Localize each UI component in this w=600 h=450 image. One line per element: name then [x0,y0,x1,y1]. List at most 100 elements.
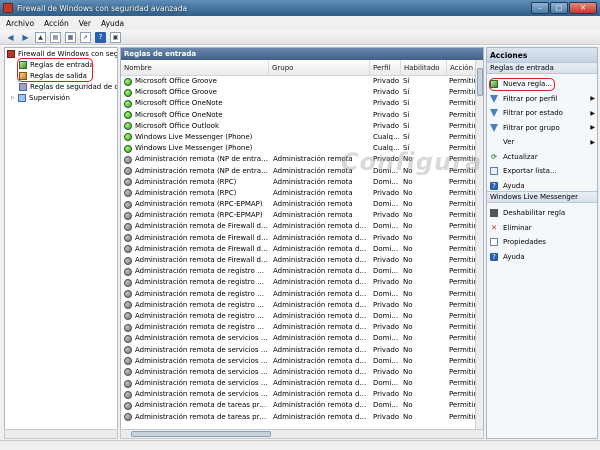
disabled-status-icon [124,401,132,410]
table-row[interactable]: Administración remota de Firewall de Wi.… [121,244,477,255]
table-row[interactable]: Administración remota (RPC) Administració… [121,188,477,199]
column-header-profile[interactable]: Perfil [370,60,401,76]
rule-name-cell: Administración remota (RPC) [121,177,268,188]
rule-name: Microsoft Office OneNote [135,110,223,119]
help-icon: ? [490,181,498,190]
action-item-inbound-6[interactable]: Exportar lista... [490,165,595,177]
rules-hscroll-thumb[interactable] [131,431,271,437]
close-button[interactable]: ✕ [569,2,597,14]
table-row[interactable]: Administración remota (RPC-EPMAP) Adminis… [121,210,477,221]
table-row[interactable]: Administración remota de registro de ev.… [121,289,477,300]
delete-icon: ✕ [491,223,497,232]
maximize-button[interactable]: □ [550,2,568,14]
help-toolbar-icon[interactable]: ? [95,31,106,43]
action-item-inbound-1[interactable]: Filtrar por perfil ▶ [490,93,595,105]
rule-action: Permitir [449,166,477,175]
show-tree-icon[interactable]: ▤ [50,31,61,43]
rule-name: Administración remota de servicios (RPC) [135,367,268,376]
table-row[interactable]: Administración remota de tareas progra..… [121,412,477,423]
action-item-messenger-1[interactable]: ✕ Eliminar [490,222,595,234]
rules-scroll-thumb[interactable] [477,68,483,96]
rule-name: Administración remota de registro de ev.… [135,278,268,287]
rule-group: Administración remota de s... [273,367,370,376]
table-row[interactable]: Microsoft Office OneNote Privado Sí Permiti… [121,98,477,109]
menu-archivo[interactable]: Archivo [6,19,34,28]
menu-ayuda[interactable]: Ayuda [101,19,124,28]
rule-name: Administración remota de tareas progra..… [135,412,268,421]
table-row[interactable]: Administración remota de Firewall de Wi.… [121,233,477,244]
rule-action: Permitir [449,267,477,276]
rule-name: Administración remota de registro de ev.… [135,267,268,276]
status-bar [0,440,600,450]
table-row[interactable]: Administración remota de Firewall de Wi.… [121,255,477,266]
rules-vertical-scrollbar[interactable] [475,60,483,429]
menu-ver[interactable]: Ver [79,19,91,28]
table-row[interactable]: Administración remota (RPC-EPMAP) Adminis… [121,199,477,210]
table-row[interactable]: Administración remota de servicios (RPC)… [121,356,477,367]
disabled-status-icon [124,368,132,377]
action-item-inbound-4[interactable]: Ver ▶ [490,136,595,148]
table-row[interactable]: Windows Live Messenger (Phone) Cualq... Sí… [121,132,477,143]
rule-name-cell: Microsoft Office OneNote [121,98,268,109]
column-header-name[interactable]: Nombre [121,60,269,76]
table-row[interactable]: Administración remota de registro de ev.… [121,300,477,311]
table-row[interactable]: Microsoft Office Outlook Privado Sí Permiti… [121,121,477,132]
actions-title: Acciones [487,48,597,62]
enabled-status-icon [124,144,132,153]
expand-arrow-icon[interactable]: ▷ [11,95,17,101]
action-item-inbound-3[interactable]: Filtrar por grupo ▶ [490,122,595,134]
table-row[interactable]: Microsoft Office OneNote Privado Sí Permiti… [121,110,477,121]
column-header-action[interactable]: Acción [447,60,477,76]
table-row[interactable]: Administración remota de registro de ev.… [121,322,477,333]
tree-item-monitoring[interactable]: ▷ Supervisión [11,93,70,103]
properties-toolbar-icon[interactable]: ▦ [65,31,76,43]
disabled-status-icon [124,256,132,265]
table-row[interactable]: Administración remota de servicios (RPC.… [121,389,477,400]
action-item-messenger-3[interactable]: ? Ayuda [490,251,595,263]
table-row[interactable]: Administración remota de tareas progra..… [121,400,477,411]
rule-action: Permitir [449,412,477,421]
rule-action: Permitir [449,244,477,253]
table-row[interactable]: Microsoft Office Groove Privado Sí Permitir [121,76,477,87]
action-pane-icon[interactable]: ▣ [110,31,121,43]
minimize-button[interactable]: – [531,2,549,14]
forward-arrow-icon[interactable]: ▶ [20,32,31,43]
export-toolbar-icon[interactable]: ➚ [80,31,91,43]
actions-section-messenger[interactable]: Windows Live Messenger [487,191,597,203]
column-header-group[interactable]: Grupo [269,60,370,76]
table-row[interactable]: Administración remota (NP de entrada) Adm… [121,166,477,177]
back-arrow-icon[interactable]: ◀ [5,32,16,43]
table-row[interactable]: Administración remota (RPC) Administració… [121,177,477,188]
action-item-messenger-0[interactable]: Deshabilitar regla [490,207,595,219]
rules-horizontal-scrollbar[interactable] [120,429,484,439]
rule-profile: Domi... [373,177,399,186]
rule-name: Administración remota de servicios (NP .… [135,345,268,354]
table-row[interactable]: Administración remota de registro de ev.… [121,266,477,277]
action-item-inbound-2[interactable]: Filtrar por estado ▶ [490,107,595,119]
menu-bar: Archivo Acción Ver Ayuda [0,16,600,30]
tree-item-connection-security[interactable]: Reglas de seguridad de conexión [19,82,117,92]
actions-section-inbound[interactable]: Reglas de entrada [487,62,597,74]
table-row[interactable]: Administración remota de Firewall de Wi.… [121,221,477,232]
action-item-inbound-7[interactable]: ? Ayuda [490,180,595,192]
table-row[interactable]: Windows Live Messenger (Phone) Cualq... Sí… [121,143,477,154]
table-row[interactable]: Microsoft Office Groove Privado Sí Permitir [121,87,477,98]
up-folder-icon[interactable]: ▲ [35,31,46,43]
menu-accion[interactable]: Acción [44,19,69,28]
action-item-label: Ayuda [503,181,525,190]
rule-profile: Privado [373,256,400,264]
table-row[interactable]: Administración remota de servicios (RPC.… [121,378,477,389]
table-row[interactable]: Administración remota de servicios (RPC)… [121,367,477,378]
tree-horizontal-scrollbar[interactable] [4,429,118,439]
table-row[interactable]: Administración remota de registro de ev.… [121,277,477,288]
table-row[interactable]: Administración remota de servicios (NP .… [121,345,477,356]
action-item-inbound-5[interactable]: ⟳ Actualizar [490,151,595,163]
action-item-messenger-2[interactable]: Propiedades [490,236,595,248]
table-row[interactable]: Administración remota de registro de ev.… [121,311,477,322]
column-header-enabled[interactable]: Habilitado [401,60,447,76]
table-row[interactable]: Administración remota (NP de entrada) Adm… [121,154,477,165]
rule-name: Administración remota (NP de entrada) [135,166,268,175]
table-row[interactable]: Administración remota de servicios (NP .… [121,333,477,344]
rule-profile: Privado [373,155,400,164]
rule-name: Administración remota de Firewall de Wi.… [135,233,268,242]
